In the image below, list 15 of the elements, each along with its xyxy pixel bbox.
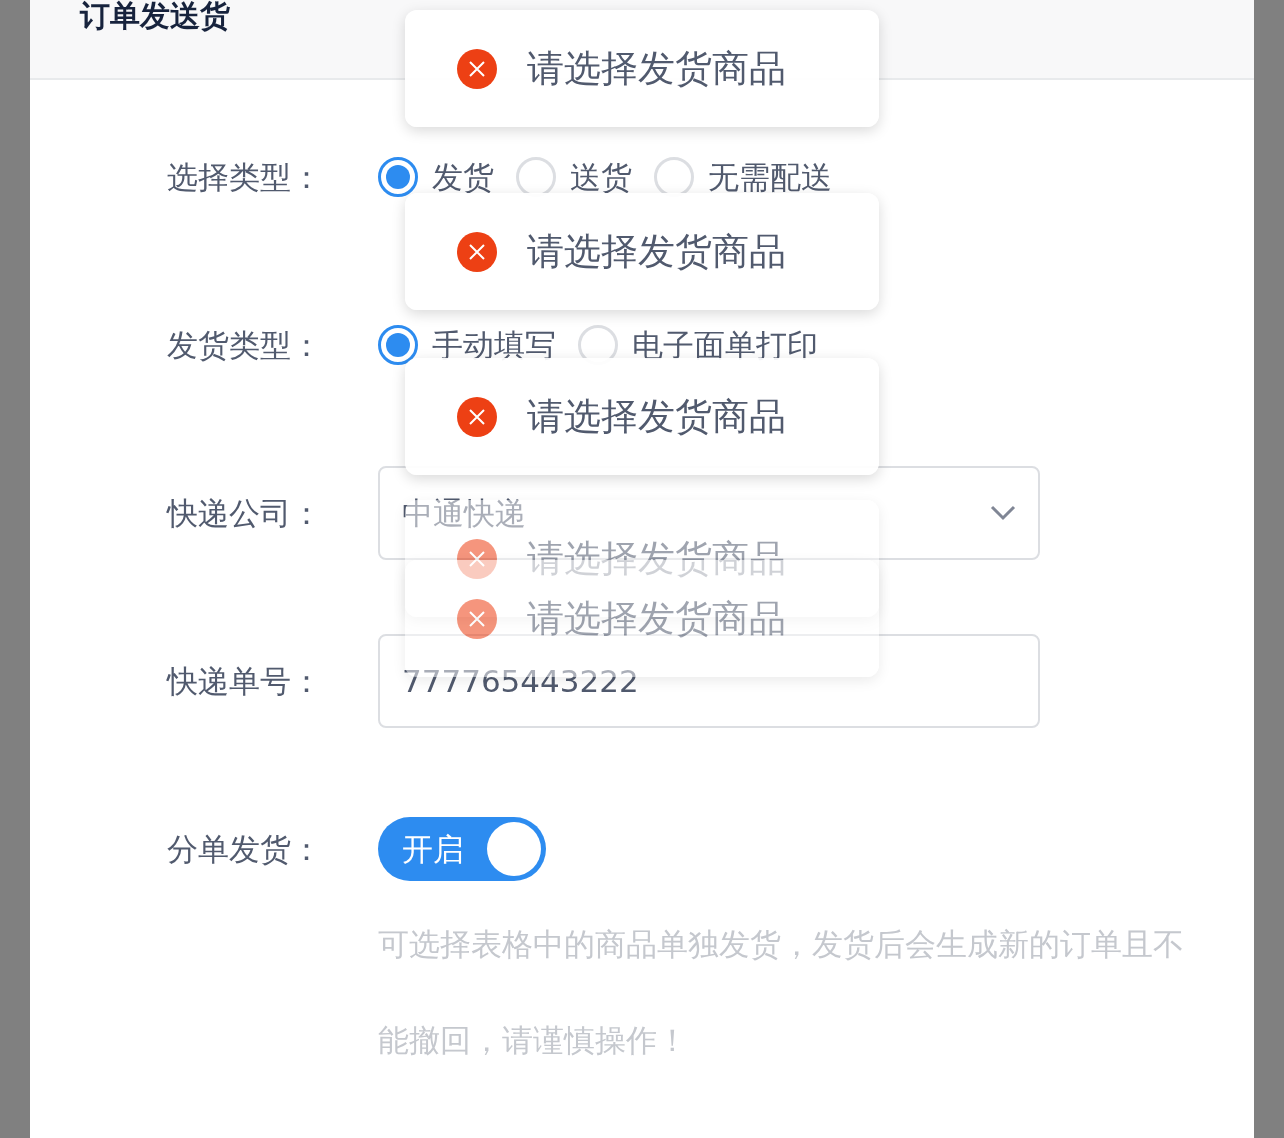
error-toast: 请选择发货商品 (405, 193, 879, 310)
field-label: 选择类型： (166, 157, 323, 197)
error-icon (457, 231, 497, 272)
error-icon (457, 48, 497, 89)
error-icon (457, 396, 497, 437)
field-label: 发货类型： (166, 325, 323, 365)
help-text: 可选择表格中的商品单独发货，发货后会生成新的订单且不能撤回，请谨慎操作！ (378, 925, 1185, 1060)
chevron-down-icon (990, 505, 1016, 521)
error-toast: 请选择发货商品 (405, 10, 879, 127)
field-label: 分单发货： (166, 829, 323, 869)
error-toast: 请选择发货商品 (405, 358, 879, 475)
dialog-title: 订单发送货 (80, 0, 231, 32)
error-icon (457, 598, 497, 639)
field-label: 快递单号： (165, 661, 323, 701)
field-label: 快递公司： (165, 493, 323, 533)
